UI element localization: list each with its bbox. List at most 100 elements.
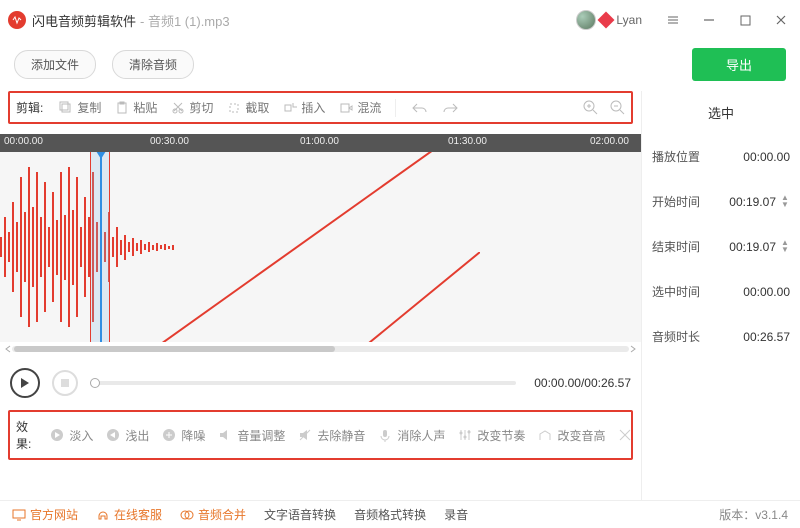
playback-time: 00:00.00/00:26.57 [534, 376, 631, 390]
add-file-button[interactable]: 添加文件 [14, 50, 96, 79]
annotation-arrow [130, 152, 470, 342]
online-service-link[interactable]: 在线客服 [96, 506, 162, 523]
timeline: 00:00.00 00:30.00 01:00.00 01:30.00 02:0… [0, 134, 641, 356]
progress-knob[interactable] [90, 378, 100, 388]
progress-slider[interactable] [90, 381, 516, 385]
edit-toolbar-label: 剪辑: [16, 99, 43, 116]
crop-button[interactable]: 截取 [223, 97, 273, 118]
export-button[interactable]: 导出 [692, 48, 786, 81]
playhead[interactable] [100, 152, 102, 342]
mix-label: 混流 [357, 99, 381, 116]
maximize-button[interactable] [734, 9, 756, 31]
play-button[interactable] [10, 368, 40, 398]
copy-label: 复制 [77, 99, 101, 116]
speed-icon [617, 427, 633, 443]
end-time-value[interactable]: 00:19.07 [729, 240, 776, 254]
version: 版本：v3.1.4 [719, 506, 788, 523]
paste-label: 粘贴 [133, 99, 157, 116]
sel-duration-value: 00:00.00 [743, 285, 790, 299]
title-bar: 闪电音频剪辑软件 - 音频1 (1).mp3 Lyan [0, 0, 800, 40]
record-link[interactable]: 录音 [444, 506, 468, 523]
scroll-right-icon[interactable] [629, 345, 637, 353]
selection-panel: 选中 播放位置 00:00.00 开始时间 00:19.07 ▲▼ 结束时间 0… [642, 91, 800, 500]
file-name: 音频1 (1).mp3 [148, 14, 230, 29]
ruler-tick: 01:30.00 [448, 136, 487, 147]
effects-label: 效果: [16, 418, 31, 452]
selection-panel-title: 选中 [652, 103, 790, 122]
denoise-button[interactable]: 降噪 [161, 427, 205, 444]
clear-audio-button[interactable]: 清除音频 [112, 50, 194, 79]
audio-duration-value: 00:26.57 [743, 330, 790, 344]
play-position-value: 00:00.00 [743, 150, 790, 164]
copy-button[interactable]: 复制 [55, 97, 105, 118]
vip-gem-icon [598, 12, 615, 29]
remove-silence-icon [297, 427, 313, 443]
start-time-value[interactable]: 00:19.07 [729, 195, 776, 209]
ruler-tick: 01:00.00 [300, 136, 339, 147]
footer: 官方网站 在线客服 音频合并 文字语音转换 音频格式转换 录音 版本：v3.1.… [0, 500, 800, 528]
volume-button[interactable]: 音量调整 [217, 427, 285, 444]
scrollbar-thumb[interactable] [14, 346, 335, 352]
ruler-tick: 02:00.00 [590, 136, 629, 147]
start-time-down[interactable]: ▼ [780, 202, 790, 209]
file-title: - 音频1 (1).mp3 [140, 11, 230, 30]
insert-button[interactable]: 插入 [279, 97, 329, 118]
ruler-tick: 00:30.00 [150, 136, 189, 147]
stop-button[interactable] [52, 370, 78, 396]
avatar[interactable] [576, 10, 596, 30]
cut-label: 剪切 [189, 99, 213, 116]
format-convert-link[interactable]: 音频格式转换 [354, 506, 426, 523]
pitch-icon [537, 427, 553, 443]
menu-button[interactable] [662, 9, 684, 31]
tts-link[interactable]: 文字语音转换 [264, 506, 336, 523]
change-tempo-button[interactable]: 改变节奏 [457, 427, 525, 444]
redo-button[interactable] [442, 101, 458, 115]
zoom-in-button[interactable] [583, 100, 598, 115]
fade-in-button[interactable]: 淡入 [49, 427, 93, 444]
time-ruler[interactable]: 00:00.00 00:30.00 01:00.00 01:30.00 02:0… [0, 134, 641, 152]
end-time-down[interactable]: ▼ [780, 247, 790, 254]
waveform-area[interactable] [0, 152, 641, 342]
headset-icon [96, 508, 110, 522]
official-site-link[interactable]: 官方网站 [12, 506, 78, 523]
horizontal-scrollbar[interactable] [0, 342, 641, 356]
scroll-left-icon[interactable] [4, 345, 12, 353]
end-time-row: 结束时间 00:19.07 ▲▼ [652, 238, 790, 255]
ruler-tick: 00:00.00 [4, 136, 43, 147]
action-row: 添加文件 清除音频 导出 [0, 40, 800, 91]
fade-out-button[interactable]: 浅出 [105, 427, 149, 444]
cut-button[interactable]: 剪切 [167, 97, 217, 118]
audio-duration-row: 音频时长 00:26.57 [652, 328, 790, 345]
fade-out-icon [105, 427, 121, 443]
merge-icon [180, 508, 194, 522]
change-speed-button[interactable]: 改变速率 [617, 427, 633, 444]
effects-toolbar: 效果: 淡入 浅出 降噪 音量调整 去除静音 消除人声 改变节奏 改变音高 改变… [8, 410, 633, 460]
crop-label: 截取 [245, 99, 269, 116]
app-logo [8, 11, 26, 29]
sel-duration-row: 选中时间 00:00.00 [652, 283, 790, 300]
audio-merge-link[interactable]: 音频合并 [180, 506, 246, 523]
zoom-out-button[interactable] [610, 100, 625, 115]
remove-voice-button[interactable]: 消除人声 [377, 427, 445, 444]
undo-button[interactable] [412, 101, 428, 115]
username[interactable]: Lyan [616, 13, 642, 27]
fade-in-icon [49, 427, 65, 443]
tempo-icon [457, 427, 473, 443]
change-pitch-button[interactable]: 改变音高 [537, 427, 605, 444]
close-button[interactable] [770, 9, 792, 31]
monitor-icon [12, 509, 26, 521]
start-time-row: 开始时间 00:19.07 ▲▼ [652, 193, 790, 210]
edit-toolbar: 剪辑: 复制 粘贴 剪切 截取 插入 混 [8, 91, 633, 124]
annotation-arrow [310, 252, 480, 342]
denoise-icon [161, 427, 177, 443]
app-title: 闪电音频剪辑软件 [32, 11, 136, 30]
remove-silence-button[interactable]: 去除静音 [297, 427, 365, 444]
remove-voice-icon [377, 427, 393, 443]
mix-button[interactable]: 混流 [335, 97, 385, 118]
minimize-button[interactable] [698, 9, 720, 31]
playback-controls: 00:00.00/00:26.57 [0, 356, 641, 410]
insert-label: 插入 [301, 99, 325, 116]
play-position-row: 播放位置 00:00.00 [652, 148, 790, 165]
paste-button[interactable]: 粘贴 [111, 97, 161, 118]
volume-icon [217, 427, 233, 443]
